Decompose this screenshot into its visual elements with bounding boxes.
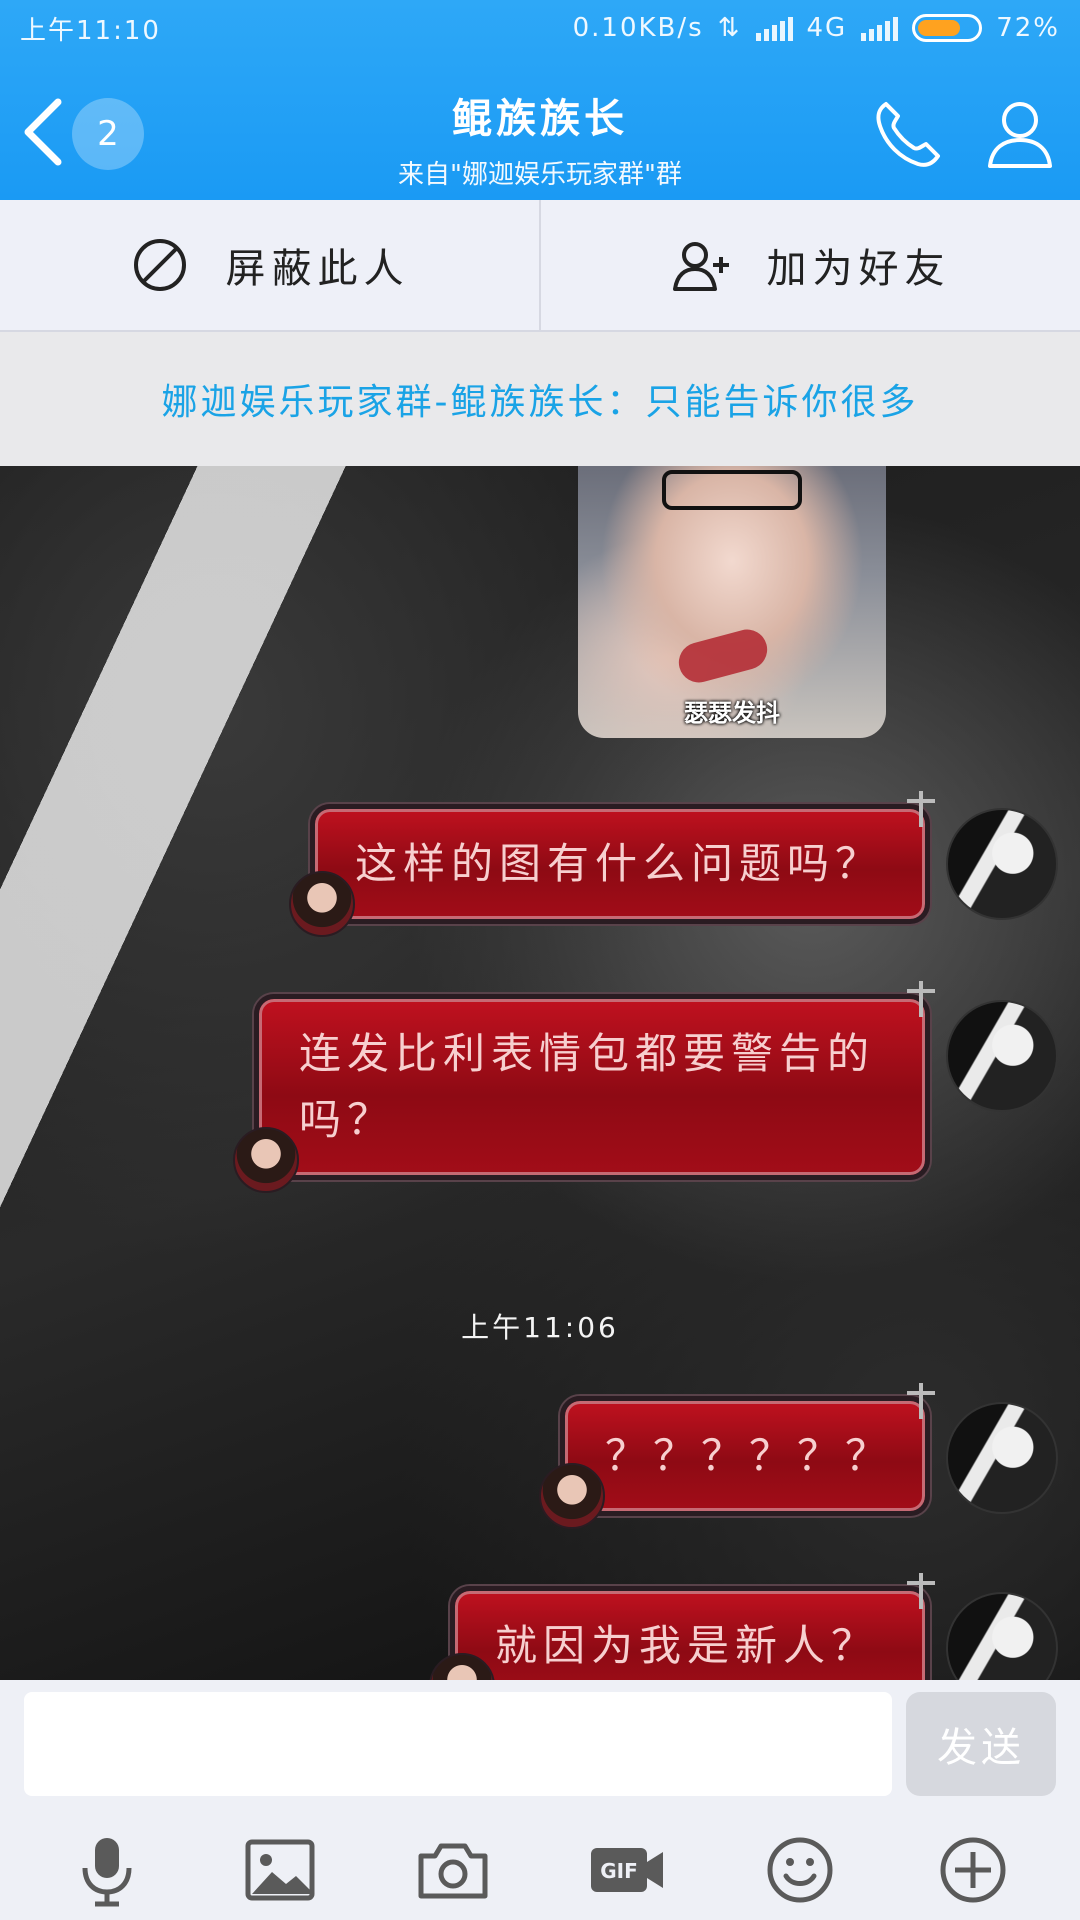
more-button[interactable]: [933, 1830, 1013, 1910]
top-bar: 上午11:10 0.10KB/s ⇅ 4G 72% 2 鲲族族长 来自"娜迦娱乐…: [0, 0, 1080, 200]
message-bubble[interactable]: 这样的图有什么问题吗？: [289, 791, 935, 937]
page-subtitle: 来自"娜迦娱乐玩家群"群: [398, 160, 682, 190]
add-friend-label: 加为好友: [766, 246, 951, 292]
block-user-label: 屏蔽此人: [225, 246, 410, 292]
sticker-message[interactable]: 瑟瑟发抖: [578, 466, 886, 738]
bubble-cross-ornament-icon: [907, 981, 935, 1017]
signal-icon-2: [861, 15, 899, 41]
battery-icon: [912, 14, 983, 42]
signal-icon: [755, 15, 793, 41]
bubble-ornament-avatar: [539, 1463, 605, 1529]
title-block: 鲲族族长 来自"娜迦娱乐玩家群"群: [290, 86, 790, 191]
message-text: ？？？？？？: [605, 1431, 894, 1480]
message-timestamp: 上午11:06: [461, 1311, 619, 1344]
message-item: ？？？？？？: [539, 1383, 935, 1529]
voice-button[interactable]: [67, 1830, 147, 1910]
block-user-button[interactable]: 屏蔽此人: [0, 200, 539, 330]
message-text: 连发比利表情包都要警告的吗？: [299, 1029, 876, 1144]
sender-avatar[interactable]: [946, 808, 1058, 920]
page-title: 鲲族族长: [452, 96, 628, 142]
emoji-icon: [767, 1837, 833, 1903]
unread-count-badge[interactable]: 2: [72, 98, 144, 170]
sender-avatar[interactable]: [946, 1000, 1058, 1112]
microphone-icon: [82, 1838, 132, 1907]
gif-icon: GIF: [590, 1848, 663, 1892]
input-area: 发送 GIF: [0, 1680, 1080, 1920]
message-bubble[interactable]: ？？？？？？: [539, 1383, 935, 1529]
network-speed: 0.10KB/s: [572, 13, 704, 43]
data-transfer-icon: ⇅: [717, 13, 742, 43]
add-friend-button[interactable]: 加为好友: [539, 200, 1080, 330]
sticker-detail: [674, 625, 772, 687]
sticker-caption: 瑟瑟发抖: [684, 699, 780, 727]
message-item: 连发比利表情包都要警告的吗？: [233, 981, 935, 1193]
image-button[interactable]: [240, 1830, 320, 1910]
message-item: 这样的图有什么问题吗？: [289, 791, 935, 937]
network-type: 4G: [806, 13, 848, 43]
camera-button[interactable]: [413, 1830, 493, 1910]
bubble-cross-ornament-icon: [907, 791, 935, 827]
status-time: 上午11:10: [20, 15, 161, 46]
message-text: 就因为我是新人？: [495, 1621, 880, 1670]
bubble-ornament-avatar: [289, 871, 355, 937]
status-bar: 上午11:10 0.10KB/s ⇅ 4G 72%: [0, 0, 1080, 56]
input-toolbar: GIF: [0, 1820, 1080, 1920]
svg-text:GIF: GIF: [600, 1859, 638, 1883]
emoji-button[interactable]: [760, 1830, 840, 1910]
phone-icon[interactable]: [868, 94, 948, 174]
plus-icon: [940, 1837, 1006, 1903]
send-button[interactable]: 发送: [906, 1692, 1056, 1796]
message-bubble[interactable]: 就因为我是新人？: [429, 1573, 935, 1680]
battery-percent: 72%: [996, 13, 1060, 43]
image-icon: [245, 1839, 315, 1901]
bubble-ornament-avatar: [429, 1653, 495, 1680]
camera-icon: [418, 1843, 488, 1899]
action-bar: 屏蔽此人 加为好友: [0, 200, 1080, 332]
back-arrow-icon[interactable]: [18, 96, 68, 168]
sender-avatar[interactable]: [946, 1592, 1058, 1680]
add-friend-icon: [672, 242, 729, 291]
chat-header: 2 鲲族族长 来自"娜迦娱乐玩家群"群: [0, 56, 1080, 200]
sticker-glasses: [662, 470, 802, 510]
block-icon: [133, 239, 186, 291]
message-bubble[interactable]: 连发比利表情包都要警告的吗？: [233, 981, 935, 1193]
message-item: 就因为我是新人？: [429, 1573, 935, 1680]
sender-avatar[interactable]: [946, 1402, 1058, 1514]
bubble-cross-ornament-icon: [907, 1383, 935, 1419]
message-input[interactable]: [24, 1692, 892, 1796]
profile-icon[interactable]: [980, 94, 1060, 174]
message-text: 这样的图有什么问题吗？: [355, 839, 884, 888]
chat-area[interactable]: 瑟瑟发抖 这样的图有什么问题吗？ 连发比利表情包都要警告的吗？ 上午11:06 …: [0, 466, 1080, 1680]
gif-button[interactable]: GIF: [587, 1830, 667, 1910]
group-notice[interactable]: 娜迦娱乐玩家群-鲲族族长：只能告诉你很多: [0, 332, 1080, 466]
bubble-cross-ornament-icon: [907, 1573, 935, 1609]
bubble-ornament-avatar: [233, 1127, 299, 1193]
